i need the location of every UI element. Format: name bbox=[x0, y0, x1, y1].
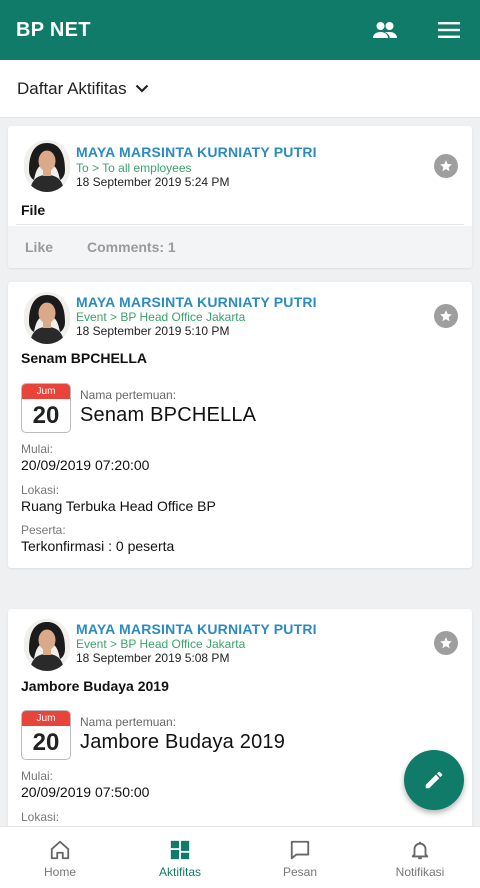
post-timestamp: 18 September 2019 5:24 PM bbox=[76, 175, 230, 189]
post-header: MAYA MARSINTA KURNIATY PUTRI Event > BP … bbox=[8, 282, 472, 344]
post-title: File bbox=[21, 202, 46, 218]
event-name-label: Nama pertemuan: bbox=[80, 388, 177, 402]
event-start-label: Mulai: bbox=[21, 442, 54, 456]
nav-notifications[interactable]: Notifikasi bbox=[360, 827, 480, 888]
people-icon[interactable] bbox=[370, 15, 400, 45]
app-title: BP NET bbox=[16, 18, 91, 41]
bottom-navigation: Home Aktifitas Pesan Notifikasi bbox=[0, 826, 480, 888]
activity-feed[interactable]: MAYA MARSINTA KURNIATY PUTRI To > To all… bbox=[0, 118, 480, 826]
star-icon[interactable] bbox=[434, 304, 458, 328]
post-target[interactable]: Event > BP Head Office Jakarta bbox=[76, 637, 245, 651]
nav-label: Pesan bbox=[282, 864, 318, 879]
calendar-month: Jum bbox=[22, 711, 70, 726]
nav-home[interactable]: Home bbox=[0, 827, 120, 888]
chevron-down-icon bbox=[135, 84, 149, 93]
post-author[interactable]: MAYA MARSINTA KURNIATY PUTRI bbox=[76, 144, 317, 160]
calendar-date-badge: Jum 20 bbox=[21, 710, 71, 760]
pencil-icon bbox=[425, 771, 443, 789]
nav-label: Aktifitas bbox=[158, 864, 201, 879]
post-author[interactable]: MAYA MARSINTA KURNIATY PUTRI bbox=[76, 294, 317, 310]
post-timestamp: 18 September 2019 5:08 PM bbox=[76, 651, 230, 665]
event-name: Senam BPCHELLA bbox=[80, 404, 257, 426]
menu-icon[interactable] bbox=[434, 15, 464, 45]
star-icon[interactable] bbox=[434, 154, 458, 178]
post-header: MAYA MARSINTA KURNIATY PUTRI To > To all… bbox=[8, 126, 472, 192]
post-title: Jambore Budaya 2019 bbox=[21, 678, 169, 694]
post-card: MAYA MARSINTA KURNIATY PUTRI Event > BP … bbox=[8, 282, 472, 568]
calendar-day: 20 bbox=[32, 729, 60, 756]
activity-grid-icon bbox=[169, 837, 191, 863]
event-start: 20/09/2019 07:50:00 bbox=[21, 784, 150, 800]
nav-label: Home bbox=[43, 864, 76, 879]
message-icon bbox=[288, 837, 312, 863]
post-timestamp: 18 September 2019 5:10 PM bbox=[76, 324, 230, 338]
filter-label: Daftar Aktifitas bbox=[17, 78, 127, 98]
compose-button[interactable] bbox=[404, 750, 464, 810]
post-card: MAYA MARSINTA KURNIATY PUTRI To > To all… bbox=[8, 126, 472, 268]
app-bar: BP NET bbox=[0, 0, 480, 60]
event-start-label: Mulai: bbox=[21, 769, 54, 783]
event-location-label: Lokasi: bbox=[21, 810, 60, 824]
event-location: Ruang Terbuka Head Office BP bbox=[21, 498, 216, 514]
event-name: Jambore Budaya 2019 bbox=[80, 731, 286, 753]
star-icon[interactable] bbox=[434, 631, 458, 655]
comments-button[interactable]: Comments: 1 bbox=[87, 239, 176, 255]
avatar[interactable] bbox=[24, 292, 70, 344]
event-location-label: Lokasi: bbox=[21, 483, 60, 497]
post-target[interactable]: Event > BP Head Office Jakarta bbox=[76, 310, 245, 324]
nav-activity[interactable]: Aktifitas bbox=[120, 827, 240, 888]
post-header: MAYA MARSINTA KURNIATY PUTRI Event > BP … bbox=[8, 609, 472, 671]
event-name-label: Nama pertemuan: bbox=[80, 715, 177, 729]
divider bbox=[16, 224, 464, 225]
like-button[interactable]: Like bbox=[25, 239, 53, 255]
event-participants[interactable]: Terkonfirmasi : 0 peserta bbox=[21, 538, 174, 554]
post-actions: Like Comments: 1 bbox=[8, 226, 472, 268]
post-author[interactable]: MAYA MARSINTA KURNIATY PUTRI bbox=[76, 621, 317, 637]
nav-label: Notifikasi bbox=[395, 864, 445, 879]
post-title: Senam BPCHELLA bbox=[21, 350, 148, 366]
avatar[interactable] bbox=[24, 140, 70, 192]
activity-filter-dropdown[interactable]: Daftar Aktifitas bbox=[0, 60, 480, 118]
calendar-date-badge: Jum 20 bbox=[21, 383, 71, 433]
calendar-day: 20 bbox=[32, 402, 60, 429]
post-target[interactable]: To > To all employees bbox=[76, 161, 192, 175]
bell-icon bbox=[409, 837, 431, 863]
avatar[interactable] bbox=[24, 619, 70, 671]
event-start: 20/09/2019 07:20:00 bbox=[21, 457, 150, 473]
home-icon bbox=[49, 837, 71, 863]
nav-messages[interactable]: Pesan bbox=[240, 827, 360, 888]
event-participants-label: Peserta: bbox=[21, 523, 66, 537]
calendar-month: Jum bbox=[22, 384, 70, 399]
post-card: MAYA MARSINTA KURNIATY PUTRI Event > BP … bbox=[8, 609, 472, 826]
